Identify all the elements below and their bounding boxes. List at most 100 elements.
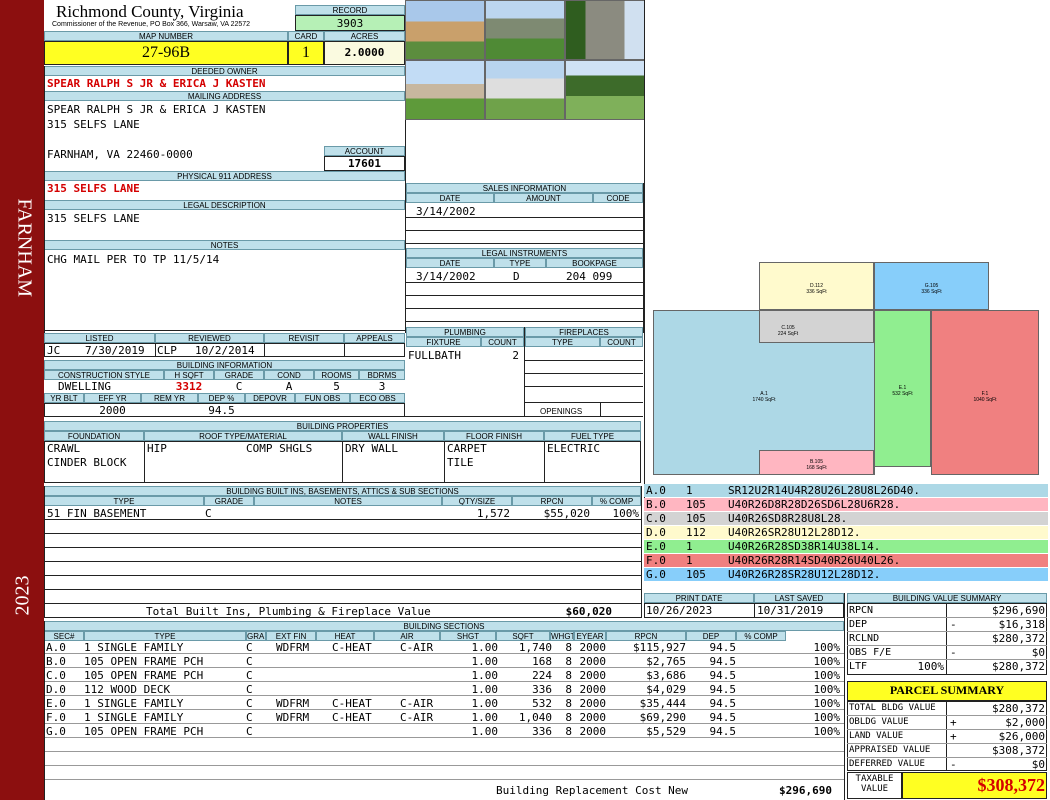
section-col-header: EXT FIN	[266, 631, 316, 641]
last-saved: 10/31/2019	[757, 604, 824, 617]
segment-row[interactable]: D.0 112 U40R26SR28U12L28D12.	[644, 526, 1048, 539]
built-ins-header: BUILDING BUILT INS, BASEMENTS, ATTICS & …	[44, 486, 641, 496]
segment-row[interactable]: E.0 1 U40R26R28SD38R14U38L14.	[644, 540, 1048, 553]
bi2-line-3	[44, 547, 641, 548]
floor-finish-2: TILE	[447, 456, 474, 469]
bi2-bottom	[44, 617, 641, 618]
prop-div-3	[444, 441, 445, 483]
bvs-obs-label: OBS F/E	[849, 647, 892, 658]
segment-sec: D.0	[646, 526, 666, 539]
sketch-g-area: 336 SqFt	[921, 289, 942, 295]
section-row-line	[44, 737, 844, 738]
segment-row[interactable]: G.0 105 U40R26R28SR28U12L28D12.	[644, 568, 1048, 581]
segment-code: 105	[686, 512, 706, 525]
appeals-header: APPEALS	[344, 333, 405, 343]
section-col-header: SHGT	[440, 631, 496, 641]
property-photo-5[interactable]	[485, 60, 565, 120]
condition: A	[285, 380, 293, 393]
sec-left	[44, 621, 45, 800]
appraised-label: APPRAISED VALUE	[849, 745, 931, 755]
listed-header: LISTED	[44, 333, 155, 343]
notes-header: NOTES	[44, 240, 405, 250]
card-number: 1	[302, 44, 310, 61]
segment-row[interactable]: C.0 105 U40R26SD8R28U8L28.	[644, 512, 1048, 525]
openings-divider	[600, 402, 601, 417]
sales-line-1	[406, 217, 643, 218]
bvs-rclnd-label: RCLND	[849, 633, 880, 644]
section-row-line	[44, 667, 844, 668]
bi-col-yrblt: YR BLT	[44, 393, 84, 403]
segment-row[interactable]: B.0 105 U40R26D8R28D26SD6L28U6R28.	[644, 498, 1048, 511]
segment-sec: B.0	[646, 498, 666, 511]
section-row-line	[44, 779, 844, 780]
segment-row[interactable]: A.0 1 SR12U2R14U4R28U26L28U8L26D40.	[644, 484, 1048, 497]
bvs-rclnd: $280,372	[992, 632, 1045, 645]
bvs-ltf-label: LTF	[849, 661, 868, 672]
record-header: RECORD	[295, 5, 405, 15]
map-number: 27-96B	[142, 44, 190, 61]
segment-path: U40R26D8R28D26SD6L28U6R28.	[728, 498, 901, 511]
map-number-header: MAP NUMBER	[44, 31, 288, 41]
deeded-owner-header: DEEDED OWNER	[44, 66, 405, 76]
bi-col-grade: GRADE	[214, 370, 264, 380]
prop-div-1	[144, 441, 145, 483]
bi2-col-type: TYPE	[44, 496, 204, 506]
listed-div-2	[264, 343, 265, 357]
listed-row	[44, 343, 405, 357]
property-photo-1[interactable]	[405, 0, 485, 60]
property-photo-2[interactable]	[485, 0, 565, 60]
section-row-line	[44, 653, 844, 654]
prop-col-fuel: FUEL TYPE	[544, 431, 641, 441]
legal-description-header: LEGAL DESCRIPTION	[44, 200, 405, 210]
plumbing-col-fixture: FIXTURE	[406, 337, 481, 347]
segment-row[interactable]: F.0 1 U40R26R28R14SD40R26U40L26.	[644, 554, 1048, 567]
sec-right	[844, 593, 845, 800]
obldg-label: OBLDG VALUE	[849, 717, 909, 727]
sales-col-code: CODE	[593, 193, 643, 203]
segment-code: 105	[686, 498, 706, 511]
bi2-right	[641, 486, 642, 618]
print-date: 10/26/2023	[646, 604, 713, 617]
fire-line-3	[525, 386, 643, 387]
segment-path: U40R26R28SD38R14U38L14.	[728, 540, 881, 553]
mailing-address-header: MAILING ADDRESS	[44, 91, 405, 101]
total-bldg-value: $280,372	[992, 702, 1045, 715]
bi-col-style: CONSTRUCTION STYLE	[44, 370, 164, 380]
instr-col-type: TYPE	[494, 258, 546, 268]
segment-path: SR12U2R14U4R28U26L28U8L26D40.	[728, 484, 921, 497]
card-header: CARD	[288, 31, 324, 41]
acres-value: 2.0000	[344, 46, 385, 59]
plumbing-count: 2	[512, 349, 519, 362]
tax-year: 2023	[11, 575, 34, 616]
mailing-line-1: SPEAR RALPH S JR & ERICA J KASTEN	[47, 103, 266, 116]
segment-path: U40R26R28R14SD40R26U40L26.	[728, 554, 901, 567]
property-photo-6[interactable]	[565, 60, 645, 120]
instr-col-bookpage: BOOKPAGE	[546, 258, 643, 268]
roof-type: HIP	[147, 442, 167, 455]
bi2-col-comp: % COMP	[592, 496, 641, 506]
section-col-header: SQFT	[496, 631, 550, 641]
rooms: 5	[333, 380, 340, 393]
section-col-header: TYPE	[84, 631, 246, 641]
sketch-a-area: 1740 SqFt	[752, 397, 776, 403]
revisit-header: REVISIT	[264, 333, 344, 343]
taxable-label-1: TAXABLE	[855, 774, 894, 784]
bi2-line-5	[44, 575, 641, 576]
foundation-2: CINDER BLOCK	[47, 456, 127, 469]
bvs-ltf: $280,372	[992, 660, 1045, 673]
property-photo-3[interactable]	[565, 0, 645, 60]
segment-path: U40R26SR28U12L28D12.	[728, 526, 861, 539]
sketch-b-area: 168 SqFt	[806, 465, 827, 471]
bvs-dep: $16,318	[998, 618, 1045, 631]
fuel-type: ELECTRIC	[547, 442, 600, 455]
listed-div-1	[155, 343, 156, 357]
account-header: ACCOUNT	[324, 146, 405, 156]
segment-code: 112	[686, 526, 706, 539]
plumbing-fixture: FULLBATH	[408, 349, 461, 362]
print-div	[754, 603, 755, 618]
property-photo-4[interactable]	[405, 60, 485, 120]
sales-line-3	[406, 243, 643, 244]
bvs-obs: $0	[1031, 646, 1045, 659]
bi-col-effyr: EFF YR	[84, 393, 141, 403]
building-information-header: BUILDING INFORMATION	[44, 360, 405, 370]
